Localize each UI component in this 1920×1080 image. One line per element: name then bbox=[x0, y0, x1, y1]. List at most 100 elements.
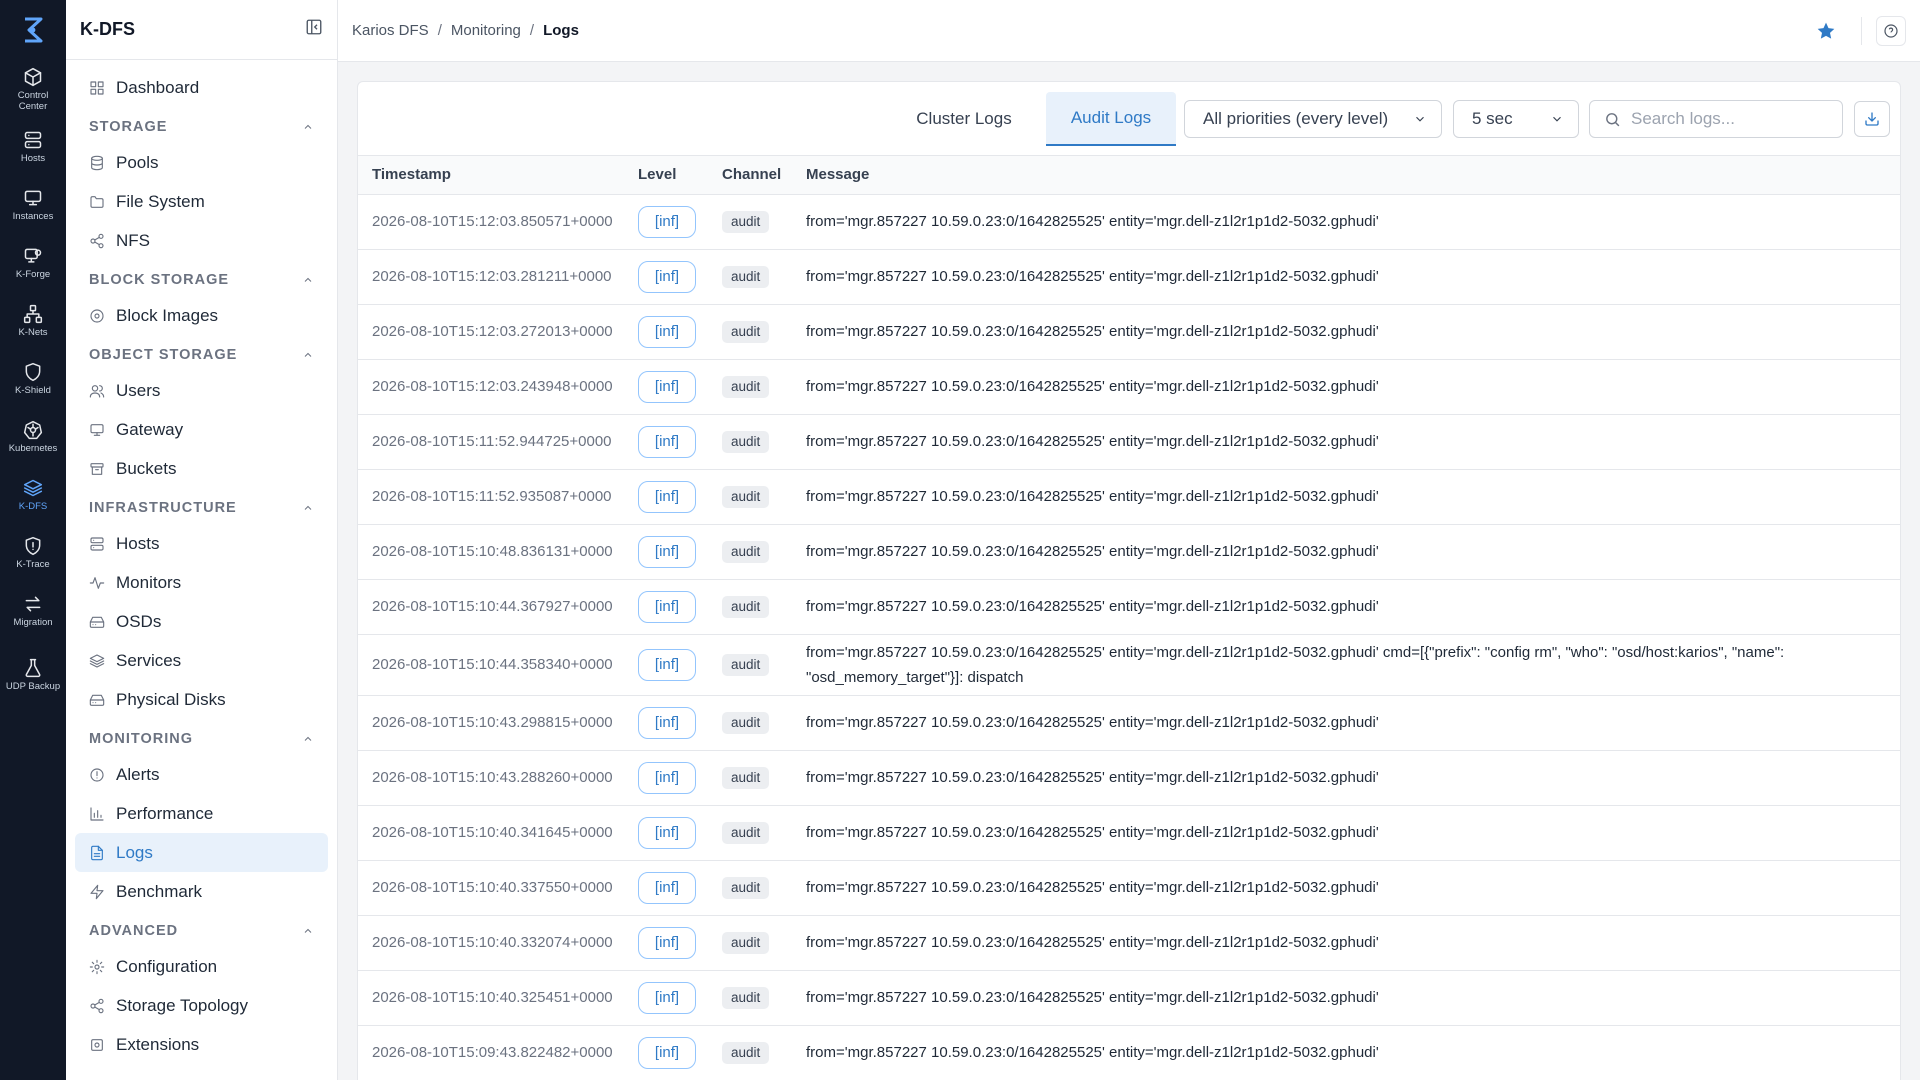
search-input[interactable] bbox=[1631, 109, 1831, 129]
grid-icon bbox=[90, 80, 104, 95]
zap-icon bbox=[90, 884, 104, 899]
table-row[interactable]: 2026-08-10T15:10:40.325451+0000 [inf] au… bbox=[358, 969, 1900, 1025]
chevron-down-icon bbox=[1553, 116, 1561, 122]
app-logo-icon[interactable] bbox=[0, 0, 66, 60]
rail-k-trace[interactable]: K-Trace bbox=[0, 524, 66, 582]
sidebar-item-performance[interactable]: Performance bbox=[75, 794, 328, 833]
sidebar-item-buckets[interactable]: Buckets bbox=[75, 449, 328, 488]
help-button[interactable] bbox=[1876, 16, 1906, 46]
sidebar-item-gateway[interactable]: Gateway bbox=[75, 410, 328, 449]
tab-cluster-logs[interactable]: Cluster Logs bbox=[902, 92, 1026, 146]
log-message: from='mgr.857227 10.59.0.23:0/1642825525… bbox=[806, 969, 1900, 1025]
section-advanced[interactable]: ADVANCED bbox=[75, 914, 328, 947]
sidebar-item-nfs[interactable]: NFS bbox=[75, 221, 328, 260]
top-bar: Karios DFS / Monitoring / Logs bbox=[338, 0, 1920, 62]
level-badge: [inf] bbox=[638, 425, 696, 458]
refresh-interval-select[interactable]: 5 sec bbox=[1453, 100, 1579, 138]
sidebar-item-logs[interactable]: Logs bbox=[75, 833, 328, 872]
table-row[interactable]: 2026-08-10T15:10:43.298815+0000 [inf] au… bbox=[358, 694, 1900, 750]
channel-badge: audit bbox=[722, 986, 770, 1009]
log-timestamp: 2026-08-10T15:09:43.822482+0000 bbox=[358, 1024, 638, 1080]
rail-kubernetes[interactable]: Kubernetes bbox=[0, 408, 66, 466]
column-header-level: Level bbox=[638, 166, 677, 184]
table-row[interactable]: 2026-08-10T15:10:43.288260+0000 [inf] au… bbox=[358, 749, 1900, 805]
channel-badge: audit bbox=[722, 540, 770, 563]
rail-hosts[interactable]: Hosts bbox=[0, 118, 66, 176]
level-badge: [inf] bbox=[638, 315, 696, 348]
sidebar-item-label: OSDs bbox=[116, 611, 162, 631]
table-row[interactable]: 2026-08-10T15:10:44.367927+0000 [inf] au… bbox=[358, 578, 1900, 634]
table-row[interactable]: 2026-08-10T15:10:48.836131+0000 [inf] au… bbox=[358, 523, 1900, 579]
sidebar-item-alerts[interactable]: Alerts bbox=[75, 755, 328, 794]
log-message: from='mgr.857227 10.59.0.23:0/1642825525… bbox=[806, 413, 1900, 469]
sidebar-item-configuration[interactable]: Configuration bbox=[75, 947, 328, 986]
table-header-row: Timestamp Level Channel Message bbox=[358, 156, 1900, 194]
sidebar-item-physical-disks[interactable]: Physical Disks bbox=[75, 680, 328, 719]
sidebar-header: K-DFS bbox=[66, 0, 337, 60]
table-row[interactable]: 2026-08-10T15:12:03.243948+0000 [inf] au… bbox=[358, 358, 1900, 414]
table-row[interactable]: 2026-08-10T15:12:03.281211+0000 [inf] au… bbox=[358, 248, 1900, 304]
section-block-storage[interactable]: BLOCK STORAGE bbox=[75, 263, 328, 296]
table-row[interactable]: 2026-08-10T15:11:52.944725+0000 [inf] au… bbox=[358, 413, 1900, 469]
download-button[interactable] bbox=[1854, 101, 1890, 137]
table-row[interactable]: 2026-08-10T15:10:44.358340+0000 [inf] au… bbox=[358, 633, 1900, 695]
table-row[interactable]: 2026-08-10T15:12:03.272013+0000 [inf] au… bbox=[358, 303, 1900, 359]
star-icon bbox=[1817, 22, 1835, 39]
breadcrumb-item[interactable]: Monitoring bbox=[451, 22, 521, 39]
sidebar-item-dashboard[interactable]: Dashboard bbox=[75, 68, 328, 107]
rail-instances[interactable]: Instances bbox=[0, 176, 66, 234]
table-row[interactable]: 2026-08-10T15:11:52.935087+0000 [inf] au… bbox=[358, 468, 1900, 524]
sidebar-item-osds[interactable]: OSDs bbox=[75, 602, 328, 641]
table-row[interactable]: 2026-08-10T15:10:40.341645+0000 [inf] au… bbox=[358, 804, 1900, 860]
rail-k-dfs[interactable]: K-DFS bbox=[0, 466, 66, 524]
level-badge: [inf] bbox=[638, 706, 696, 739]
section-infrastructure[interactable]: INFRASTRUCTURE bbox=[75, 491, 328, 524]
chevron-up-icon bbox=[304, 124, 312, 129]
server-icon bbox=[90, 536, 104, 551]
rail-control-center[interactable]: Control Center bbox=[0, 60, 66, 118]
table-row[interactable]: 2026-08-10T15:10:40.332074+0000 [inf] au… bbox=[358, 914, 1900, 970]
table-row[interactable]: 2026-08-10T15:12:03.850571+0000 [inf] au… bbox=[358, 193, 1900, 249]
rail-k-nets[interactable]: K-Nets bbox=[0, 292, 66, 350]
favorite-button[interactable] bbox=[1809, 14, 1843, 48]
sidebar-item-hosts[interactable]: Hosts bbox=[75, 524, 328, 563]
rail-k-forge[interactable]: K-Forge bbox=[0, 234, 66, 292]
rail-migration[interactable]: Migration bbox=[0, 582, 66, 640]
help-circle-icon bbox=[1884, 24, 1898, 38]
sidebar-item-benchmark[interactable]: Benchmark bbox=[75, 872, 328, 911]
rail-udp-backup[interactable]: UDP Backup bbox=[0, 640, 66, 710]
sidebar-item-label: Block Images bbox=[116, 305, 219, 325]
breadcrumb-item[interactable]: Karios DFS bbox=[352, 22, 429, 39]
sidebar-item-extensions[interactable]: Extensions bbox=[75, 1025, 328, 1064]
sidebar-item-label: Benchmark bbox=[116, 881, 202, 901]
collapse-sidebar-icon[interactable] bbox=[305, 18, 323, 41]
sidebar-item-monitors[interactable]: Monitors bbox=[75, 563, 328, 602]
level-badge: [inf] bbox=[638, 981, 696, 1014]
rail-k-shield[interactable]: K-Shield bbox=[0, 350, 66, 408]
tab-audit-logs[interactable]: Audit Logs bbox=[1046, 92, 1176, 146]
sidebar-item-block-images[interactable]: Block Images bbox=[75, 296, 328, 335]
sidebar-item-label: NFS bbox=[116, 230, 150, 250]
section-storage[interactable]: STORAGE bbox=[75, 110, 328, 143]
log-timestamp: 2026-08-10T15:12:03.243948+0000 bbox=[358, 358, 638, 414]
section-object-storage[interactable]: OBJECT STORAGE bbox=[75, 338, 328, 371]
alert-circle-icon bbox=[90, 767, 104, 782]
section-monitoring[interactable]: MONITORING bbox=[75, 722, 328, 755]
table-row[interactable]: 2026-08-10T15:10:40.337550+0000 [inf] au… bbox=[358, 859, 1900, 915]
server-icon bbox=[24, 131, 42, 149]
priority-select[interactable]: All priorities (every level) bbox=[1184, 100, 1442, 138]
log-timestamp: 2026-08-10T15:10:44.367927+0000 bbox=[358, 578, 638, 634]
channel-badge: audit bbox=[722, 653, 770, 676]
sidebar-item-users[interactable]: Users bbox=[75, 371, 328, 410]
sidebar-item-label: Services bbox=[116, 650, 182, 670]
sidebar-item-file-system[interactable]: File System bbox=[75, 182, 328, 221]
sidebar-item-label: Hosts bbox=[116, 533, 160, 553]
sidebar-item-label: Dashboard bbox=[116, 77, 200, 97]
sidebar-item-storage-topology[interactable]: Storage Topology bbox=[75, 986, 328, 1025]
sidebar-item-pools[interactable]: Pools bbox=[75, 143, 328, 182]
table-row[interactable]: 2026-08-10T15:09:43.822482+0000 [inf] au… bbox=[358, 1024, 1900, 1080]
column-header-message: Message bbox=[806, 166, 870, 184]
log-timestamp: 2026-08-10T15:10:40.341645+0000 bbox=[358, 804, 638, 860]
sidebar: K-DFS Dashboard STORAGE Pools File Syste… bbox=[66, 0, 338, 1080]
sidebar-item-services[interactable]: Services bbox=[75, 641, 328, 680]
